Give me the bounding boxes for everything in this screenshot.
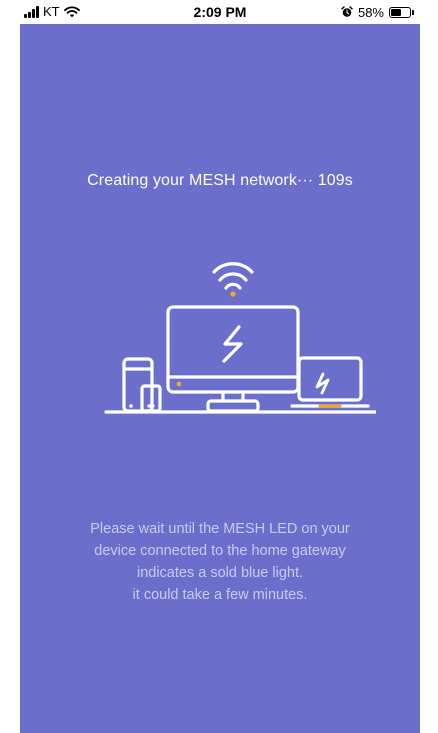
message-line: Please wait until the MESH LED on your	[90, 521, 350, 537]
message-line: it could take a few minutes.	[132, 587, 308, 603]
message-line: device connected to the home gateway	[94, 543, 346, 559]
battery-tip	[412, 9, 414, 15]
status-right: 58%	[341, 4, 414, 20]
instruction-message: Please wait until the MESH LED on your d…	[30, 518, 410, 606]
app-screen: KT 2:09 PM 58% Creating your MESH networ…	[20, 0, 420, 733]
wifi-icon	[212, 262, 254, 297]
battery-percent: 58%	[357, 4, 384, 20]
laptop-icon	[290, 356, 370, 408]
phone-icon	[122, 357, 162, 413]
alarm-icon	[341, 6, 353, 17]
message-line: indicates a sold blue light.	[136, 565, 304, 581]
desktop-monitor-icon	[166, 305, 300, 413]
page-title: Creating your MESH network··· 109s	[87, 172, 353, 189]
mesh-devices-illustration	[104, 262, 376, 414]
battery-icon	[389, 6, 411, 18]
status-bar: KT 2:09 PM 58%	[20, 0, 420, 24]
lightning-icon	[222, 325, 243, 363]
